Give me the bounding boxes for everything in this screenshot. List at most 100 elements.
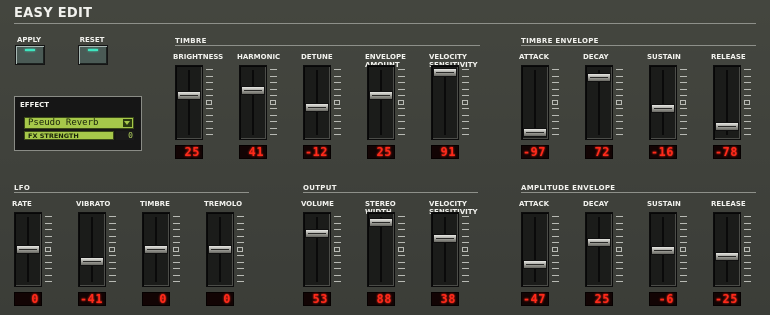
center-mark (616, 99, 622, 105)
effect-panel: EFFECT Pseudo Reverb FX STRENGTH 0 (14, 96, 142, 151)
envelope-amount-3-slider-thumb[interactable] (369, 91, 393, 100)
fx-strength-value: 0 (116, 131, 134, 140)
scale-tick (334, 222, 341, 224)
apply-button[interactable] (15, 45, 45, 65)
sustain-7-slider-thumb[interactable] (651, 104, 675, 113)
detune-2-slider[interactable] (303, 65, 331, 140)
scale-tick (616, 127, 623, 129)
fx-strength-slider[interactable]: FX STRENGTH (24, 131, 114, 140)
attack-16-slider[interactable] (521, 212, 549, 287)
attack-5-label: ATTACK (519, 53, 550, 61)
center-mark (398, 99, 404, 105)
timbre-11-slider[interactable] (142, 212, 170, 287)
release-19-slider-thumb[interactable] (715, 252, 739, 261)
scale-tick (398, 134, 405, 135)
timbre-11-display: 0 (142, 292, 170, 306)
sustain-18-slider-thumb[interactable] (651, 246, 675, 255)
envelope-amount-3-slider[interactable] (367, 65, 395, 140)
brightness-0-scale (206, 65, 216, 140)
decay-17-slider[interactable] (585, 212, 613, 287)
scale-tick (398, 268, 405, 269)
lfo-rule (14, 192, 249, 193)
sustain-7-label: SUSTAIN (647, 53, 681, 61)
volume-13-slider-thumb[interactable] (305, 229, 329, 238)
scale-tick (616, 82, 623, 83)
scale-tick (680, 261, 687, 263)
release-19-scale (744, 212, 754, 287)
detune-2-slider-thumb[interactable] (305, 103, 329, 112)
effect-select[interactable]: Pseudo Reverb (24, 117, 134, 129)
timbre-11-slider-thumb[interactable] (144, 245, 168, 254)
scale-tick (744, 229, 751, 230)
vibrato-10-slider[interactable] (78, 212, 106, 287)
brightness-0-slider-thumb[interactable] (177, 91, 201, 100)
release-8-slider-thumb[interactable] (715, 122, 739, 131)
velocity-sensitivity-15-slider[interactable] (431, 212, 459, 287)
sustain-18-slider[interactable] (649, 212, 677, 287)
scale-tick (398, 222, 405, 224)
velocity-sensitivity-4-slider-thumb[interactable] (433, 68, 457, 77)
scale-tick (206, 121, 213, 122)
decay-17-label: DECAY (583, 200, 609, 208)
release-8-scale (744, 65, 754, 140)
volume-13-slider[interactable] (303, 212, 331, 287)
attack-16-slider-thumb[interactable] (523, 260, 547, 269)
rate-9-label: RATE (12, 200, 32, 208)
scale-tick (616, 69, 623, 70)
timbre-11-scale (173, 212, 183, 287)
harmonic-1-display: 41 (239, 145, 267, 159)
scale-tick (616, 242, 623, 243)
scale-tick (237, 268, 244, 269)
decay-6-slider[interactable] (585, 65, 613, 140)
scale-tick (552, 95, 559, 96)
tremolo-12-slider[interactable] (206, 212, 234, 287)
scale-tick (462, 121, 469, 122)
scale-tick (398, 82, 405, 83)
chevron-down-icon[interactable] (123, 119, 132, 127)
rate-9-slider-thumb[interactable] (16, 245, 40, 254)
decay-6-slider-thumb[interactable] (587, 73, 611, 82)
scale-tick (616, 88, 623, 90)
section-timbre: TIMBRE (175, 37, 207, 45)
attack-5-slider-thumb[interactable] (523, 128, 547, 137)
scale-tick (616, 229, 623, 230)
center-mark (462, 246, 468, 252)
reset-button[interactable] (78, 45, 108, 65)
stereo-width-14-slider[interactable] (367, 212, 395, 287)
decay-17-slider-thumb[interactable] (587, 238, 611, 247)
tremolo-12-slider-thumb[interactable] (208, 245, 232, 254)
center-mark (334, 99, 340, 105)
scale-tick (552, 222, 559, 224)
velocity-sensitivity-15-slider-thumb[interactable] (433, 234, 457, 243)
harmonic-1-slider-thumb[interactable] (241, 86, 265, 95)
scale-tick (334, 108, 341, 109)
apply-label: APPLY (16, 36, 42, 44)
center-mark (462, 99, 468, 105)
release-19-label: RELEASE (711, 200, 746, 208)
rate-9-slider[interactable] (14, 212, 42, 287)
timbre-envelope-rule (521, 45, 756, 46)
harmonic-1-slider[interactable] (239, 65, 267, 140)
scale-tick (109, 242, 116, 243)
scale-tick (680, 88, 687, 90)
scale-tick (109, 281, 116, 282)
scale-tick (680, 95, 687, 96)
vibrato-10-slider-thumb[interactable] (80, 257, 104, 266)
attack-5-slider[interactable] (521, 65, 549, 140)
scale-tick (680, 235, 687, 237)
scale-tick (744, 88, 751, 90)
brightness-0-slider[interactable] (175, 65, 203, 140)
release-8-slider[interactable] (713, 65, 741, 140)
velocity-sensitivity-4-slider[interactable] (431, 65, 459, 140)
scale-tick (462, 261, 469, 263)
scale-tick (552, 108, 559, 109)
scale-tick (744, 108, 751, 109)
scale-tick (334, 88, 341, 90)
stereo-width-14-slider-thumb[interactable] (369, 218, 393, 227)
scale-tick (270, 121, 277, 122)
timbre-11-label: TIMBRE (140, 200, 170, 208)
sustain-7-slider[interactable] (649, 65, 677, 140)
scale-tick (462, 274, 469, 276)
release-19-slider[interactable] (713, 212, 741, 287)
scale-tick (270, 75, 277, 77)
